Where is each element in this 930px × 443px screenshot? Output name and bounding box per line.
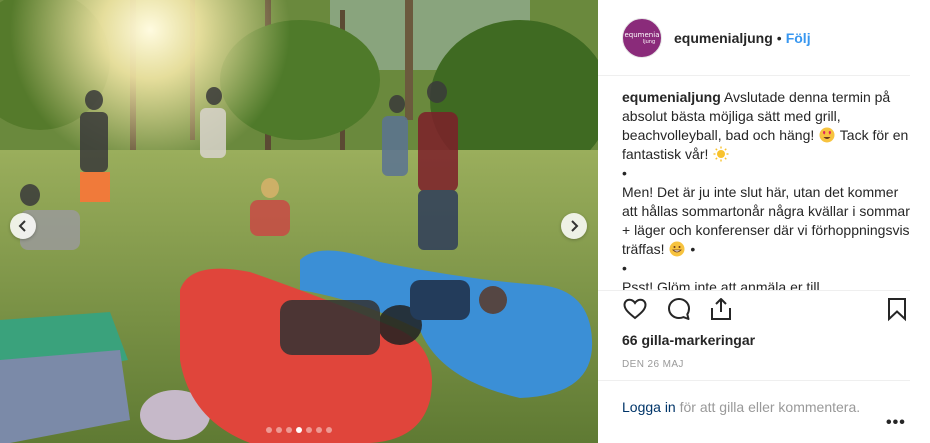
heart-icon — [623, 298, 647, 320]
more-options-button[interactable]: ••• — [886, 414, 906, 432]
chevron-right-icon — [571, 220, 579, 232]
share-button[interactable] — [708, 296, 736, 324]
sun-emoji-icon — [713, 146, 729, 162]
post-date[interactable]: DEN 26 MAJ — [622, 359, 684, 370]
post-header: equmenia ljung equmenialjung • Följ — [598, 0, 910, 76]
avatar-logo-subtext: ljung — [642, 38, 656, 45]
caption-text-summer: Men! Det är ju inte slut här, utan det k… — [622, 184, 910, 257]
caption-username[interactable]: equmenialjung — [622, 89, 721, 105]
next-photo-button[interactable] — [561, 213, 587, 239]
carousel-dot — [306, 427, 312, 433]
username-link[interactable]: equmenialjung — [674, 30, 773, 46]
post-actions — [622, 296, 908, 326]
chevron-left-icon — [18, 220, 26, 232]
like-count[interactable]: 66 gilla-markeringar — [622, 332, 755, 348]
caption-bullet: • — [622, 260, 627, 276]
carousel-dot — [316, 427, 322, 433]
previous-photo-button[interactable] — [10, 213, 36, 239]
carousel-indicator — [0, 427, 598, 433]
divider — [598, 290, 910, 291]
like-button[interactable] — [622, 296, 650, 324]
login-prompt: Logga in för att gilla eller kommentera. — [622, 399, 860, 415]
bookmark-icon — [888, 298, 906, 322]
avatar-logo-text: equmenia — [624, 30, 660, 39]
share-icon — [711, 298, 731, 320]
post-side-panel: equmenia ljung equmenialjung • Följ equm… — [598, 0, 930, 443]
follow-button[interactable]: Följ — [786, 30, 811, 46]
carousel-dot — [276, 427, 282, 433]
carousel-dot — [296, 427, 302, 433]
divider — [598, 380, 910, 381]
caption-bullet-inline: • — [690, 241, 696, 257]
avatar[interactable]: equmenia ljung — [622, 17, 662, 58]
carousel-dot — [286, 427, 292, 433]
comment-button[interactable] — [666, 296, 694, 324]
caption-bullet: • — [622, 165, 627, 181]
carousel-dot — [326, 427, 332, 433]
photo-scene — [0, 0, 598, 443]
separator-dot: • — [776, 29, 782, 46]
save-button[interactable] — [884, 296, 912, 324]
post-photo[interactable] — [0, 0, 598, 443]
grin-emoji-icon — [669, 241, 685, 257]
comment-icon — [668, 298, 690, 320]
carousel-dot — [266, 427, 272, 433]
heart-eyes-emoji-icon — [819, 127, 835, 143]
login-link[interactable]: Logga in — [622, 399, 676, 415]
caption-text-reminder: Psst! Glöm inte att anmäla er till — [622, 279, 820, 290]
login-prompt-text: för att gilla eller kommentera. — [675, 399, 861, 415]
post-caption: equmenialjung Avslutade denna termin på … — [622, 88, 912, 290]
